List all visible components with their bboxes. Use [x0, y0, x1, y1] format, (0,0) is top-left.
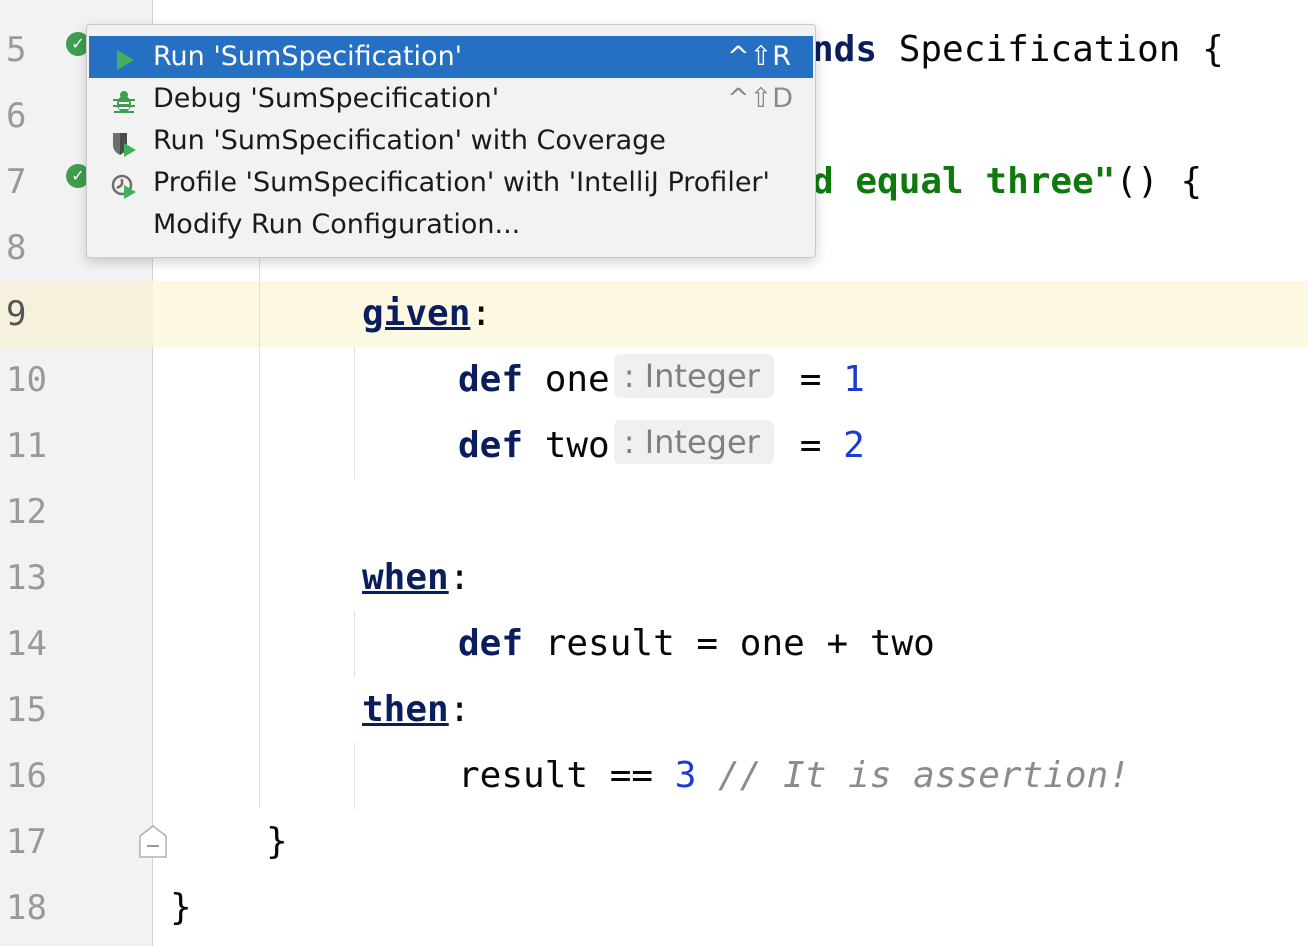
- type-inlay-hint[interactable]: : Integer: [613, 354, 774, 398]
- code-text: result ==: [458, 755, 675, 796]
- menu-item-label: Debug 'SumSpecification': [153, 83, 500, 114]
- code-line-15: then:: [362, 677, 470, 743]
- menu-item-run-with-coverage[interactable]: Run 'SumSpecification' with Coverage: [87, 120, 815, 162]
- line-number: 10: [6, 360, 47, 400]
- line-number: 14: [6, 624, 47, 664]
- menu-item-label: Profile 'SumSpecification' with 'Intelli…: [153, 167, 770, 198]
- code-line-18: }: [170, 887, 192, 928]
- line-number: 16: [6, 756, 47, 796]
- type-inlay-hint[interactable]: : Integer: [613, 420, 774, 464]
- line-number: 6: [6, 96, 27, 136]
- keyword: nds: [812, 29, 878, 70]
- menu-item-run[interactable]: Run 'SumSpecification' ^⇧R: [89, 36, 813, 78]
- line-number: 17: [6, 822, 47, 862]
- code-line-10: def one: Integer = 1: [458, 347, 865, 413]
- colon: :: [448, 557, 471, 598]
- number-literal: 3: [674, 755, 697, 796]
- code-line-7: d equal three"() {: [812, 149, 1202, 215]
- keyword: def: [458, 623, 524, 664]
- operator: =: [799, 425, 844, 466]
- fold-collapse-icon[interactable]: [139, 824, 167, 858]
- menu-item-modify-run-configuration[interactable]: Modify Run Configuration...: [87, 204, 815, 246]
- indent-guide: [354, 347, 355, 479]
- variable-name: one: [523, 359, 610, 400]
- code-text: Specification {: [877, 29, 1224, 70]
- code-line-9: given:: [362, 281, 492, 347]
- line-number: 7: [6, 162, 27, 202]
- code-line-5: nds Specification {: [812, 17, 1224, 83]
- line-number: 11: [6, 426, 47, 466]
- indent-guide: [354, 743, 355, 809]
- menu-item-shortcut: ^⇧R: [726, 41, 791, 72]
- debug-icon: [111, 86, 137, 113]
- keyword: def: [458, 425, 524, 466]
- number-literal: 2: [843, 425, 865, 466]
- indent-guide: [354, 611, 355, 677]
- coverage-icon: [111, 128, 137, 157]
- code-line-16: result == 3 // It is assertion!: [458, 743, 1130, 809]
- menu-item-shortcut: ^⇧D: [726, 83, 793, 114]
- line-number: 15: [6, 690, 47, 730]
- code-line-14: def result = one + two: [458, 611, 935, 677]
- run-context-popup: Run 'SumSpecification' ^⇧R Debug 'SumSpe…: [86, 24, 816, 258]
- profiler-icon: [111, 170, 137, 199]
- code-line-17: }: [266, 821, 288, 862]
- menu-item-label: Modify Run Configuration...: [153, 209, 521, 240]
- code-text: result = one + two: [523, 623, 935, 664]
- line-number: 18: [6, 888, 47, 928]
- line-number: 5: [6, 30, 27, 70]
- current-line-highlight: [0, 281, 1308, 347]
- code-comment: // It is assertion!: [696, 755, 1130, 796]
- variable-name: two: [523, 425, 610, 466]
- block-label-when: when: [362, 557, 449, 598]
- line-number: 8: [6, 228, 27, 268]
- block-label-given: given: [362, 293, 471, 334]
- colon: :: [470, 293, 493, 334]
- menu-item-label: Run 'SumSpecification': [153, 41, 463, 72]
- number-literal: 1: [843, 359, 865, 400]
- colon: :: [448, 689, 471, 730]
- code-line-11: def two: Integer = 2: [458, 413, 865, 479]
- operator: =: [799, 359, 844, 400]
- run-icon: [111, 44, 137, 70]
- code-text: () {: [1115, 161, 1203, 202]
- indent-guide: [259, 250, 260, 808]
- menu-item-label: Run 'SumSpecification' with Coverage: [153, 125, 666, 156]
- menu-item-profile[interactable]: Profile 'SumSpecification' with 'Intelli…: [87, 162, 815, 204]
- line-number-current: 9: [6, 294, 27, 334]
- string-literal: d equal three": [812, 161, 1116, 202]
- line-number: 12: [6, 492, 47, 532]
- block-label-then: then: [362, 689, 449, 730]
- code-line-13: when:: [362, 545, 470, 611]
- menu-item-debug[interactable]: Debug 'SumSpecification' ^⇧D: [87, 78, 815, 120]
- keyword: def: [458, 359, 524, 400]
- line-number: 13: [6, 558, 47, 598]
